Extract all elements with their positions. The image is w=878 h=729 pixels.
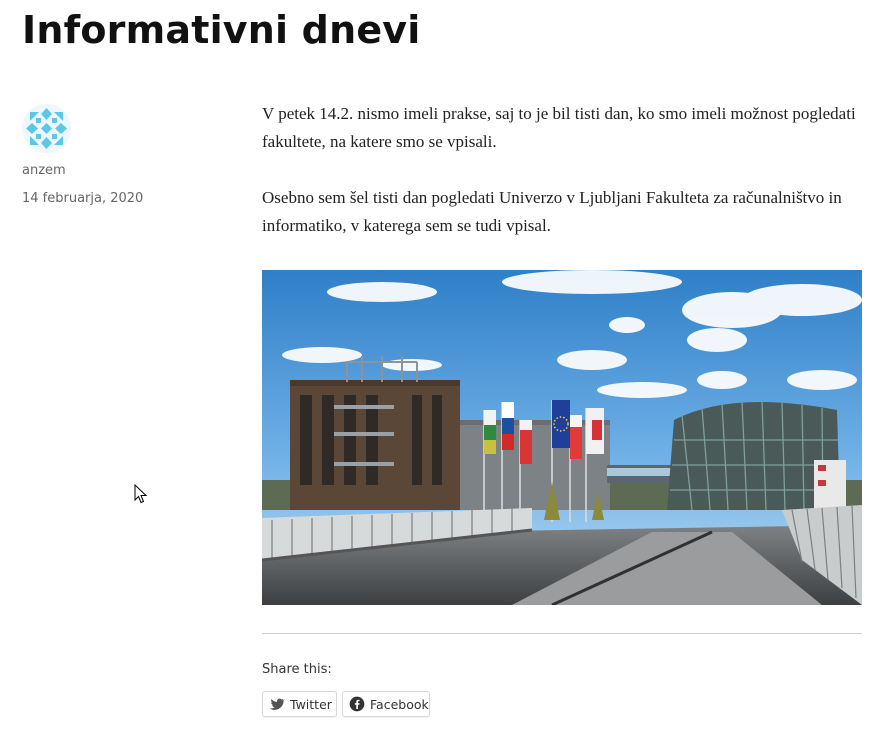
author-name[interactable]: anzem xyxy=(22,163,66,178)
post-content: V petek 14.2. nismo imeli prakse, saj to… xyxy=(262,100,862,268)
post-date[interactable]: 14 februarja, 2020 xyxy=(22,191,143,206)
paragraph: Osebno sem šel tisti dan pogledati Unive… xyxy=(262,188,842,235)
twitter-icon xyxy=(269,696,285,712)
share-facebook-button[interactable]: Facebook xyxy=(342,691,430,717)
post-title: Informativni dnevi xyxy=(22,8,421,52)
content-divider xyxy=(262,633,862,634)
share-twitter-button[interactable]: Twitter xyxy=(262,691,337,717)
faculty-building-photo xyxy=(262,270,862,605)
share-twitter-label: Twitter xyxy=(290,696,332,712)
paragraph: V petek 14.2. nismo imeli prakse, saj to… xyxy=(262,104,856,151)
share-facebook-label: Facebook xyxy=(370,696,429,712)
facebook-icon xyxy=(349,696,365,712)
author-avatar[interactable] xyxy=(22,104,71,153)
share-label: Share this: xyxy=(262,662,332,677)
identicon-icon xyxy=(22,104,71,153)
mouse-cursor-icon xyxy=(134,484,148,504)
